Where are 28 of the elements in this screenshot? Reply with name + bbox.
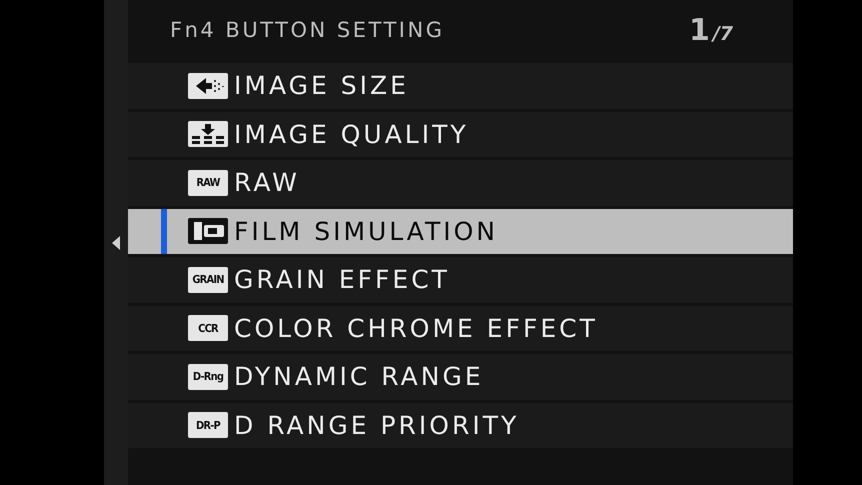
menu-item[interactable]: GRAIN GRAIN EFFECT bbox=[128, 257, 793, 302]
menu-item[interactable]: IMAGE QUALITY bbox=[128, 112, 793, 157]
item-label: COLOR CHROME EFFECT bbox=[234, 314, 598, 343]
menu-title: Fn4 BUTTON SETTING bbox=[170, 18, 444, 42]
left-arrow-icon[interactable] bbox=[112, 236, 120, 250]
setting-icon: GRAIN bbox=[188, 266, 228, 293]
menu-item[interactable]: RAW RAW bbox=[128, 160, 793, 206]
menu-item[interactable]: CCR COLOR CHROME EFFECT bbox=[128, 306, 793, 351]
item-label: IMAGE SIZE bbox=[234, 71, 409, 100]
menu-item[interactable]: IMAGE SIZE bbox=[128, 63, 793, 108]
setting-icon: D-Rng bbox=[188, 364, 228, 390]
item-label: FILM SIMULATION bbox=[234, 216, 498, 246]
item-label: DYNAMIC RANGE bbox=[234, 362, 484, 392]
menu-item[interactable]: DR-P D RANGE PRIORITY bbox=[128, 402, 793, 448]
setting-icon: RAW bbox=[188, 170, 228, 196]
menu-item[interactable]: D-Rng DYNAMIC RANGE bbox=[128, 354, 793, 400]
item-label: IMAGE QUALITY bbox=[234, 120, 469, 149]
item-label: RAW bbox=[234, 168, 300, 198]
item-label: GRAIN EFFECT bbox=[234, 265, 450, 294]
setting-icon: CCR bbox=[188, 315, 228, 342]
selection-marker bbox=[161, 208, 167, 254]
item-label: D RANGE PRIORITY bbox=[234, 410, 520, 440]
page-number: 1 bbox=[688, 12, 710, 48]
page-total: /7 bbox=[712, 22, 733, 44]
setting-icon: DR-P bbox=[188, 412, 228, 438]
quality-icon bbox=[188, 121, 228, 148]
film-icon bbox=[188, 218, 228, 244]
menu-item[interactable]: FILM SIMULATION bbox=[128, 208, 793, 254]
